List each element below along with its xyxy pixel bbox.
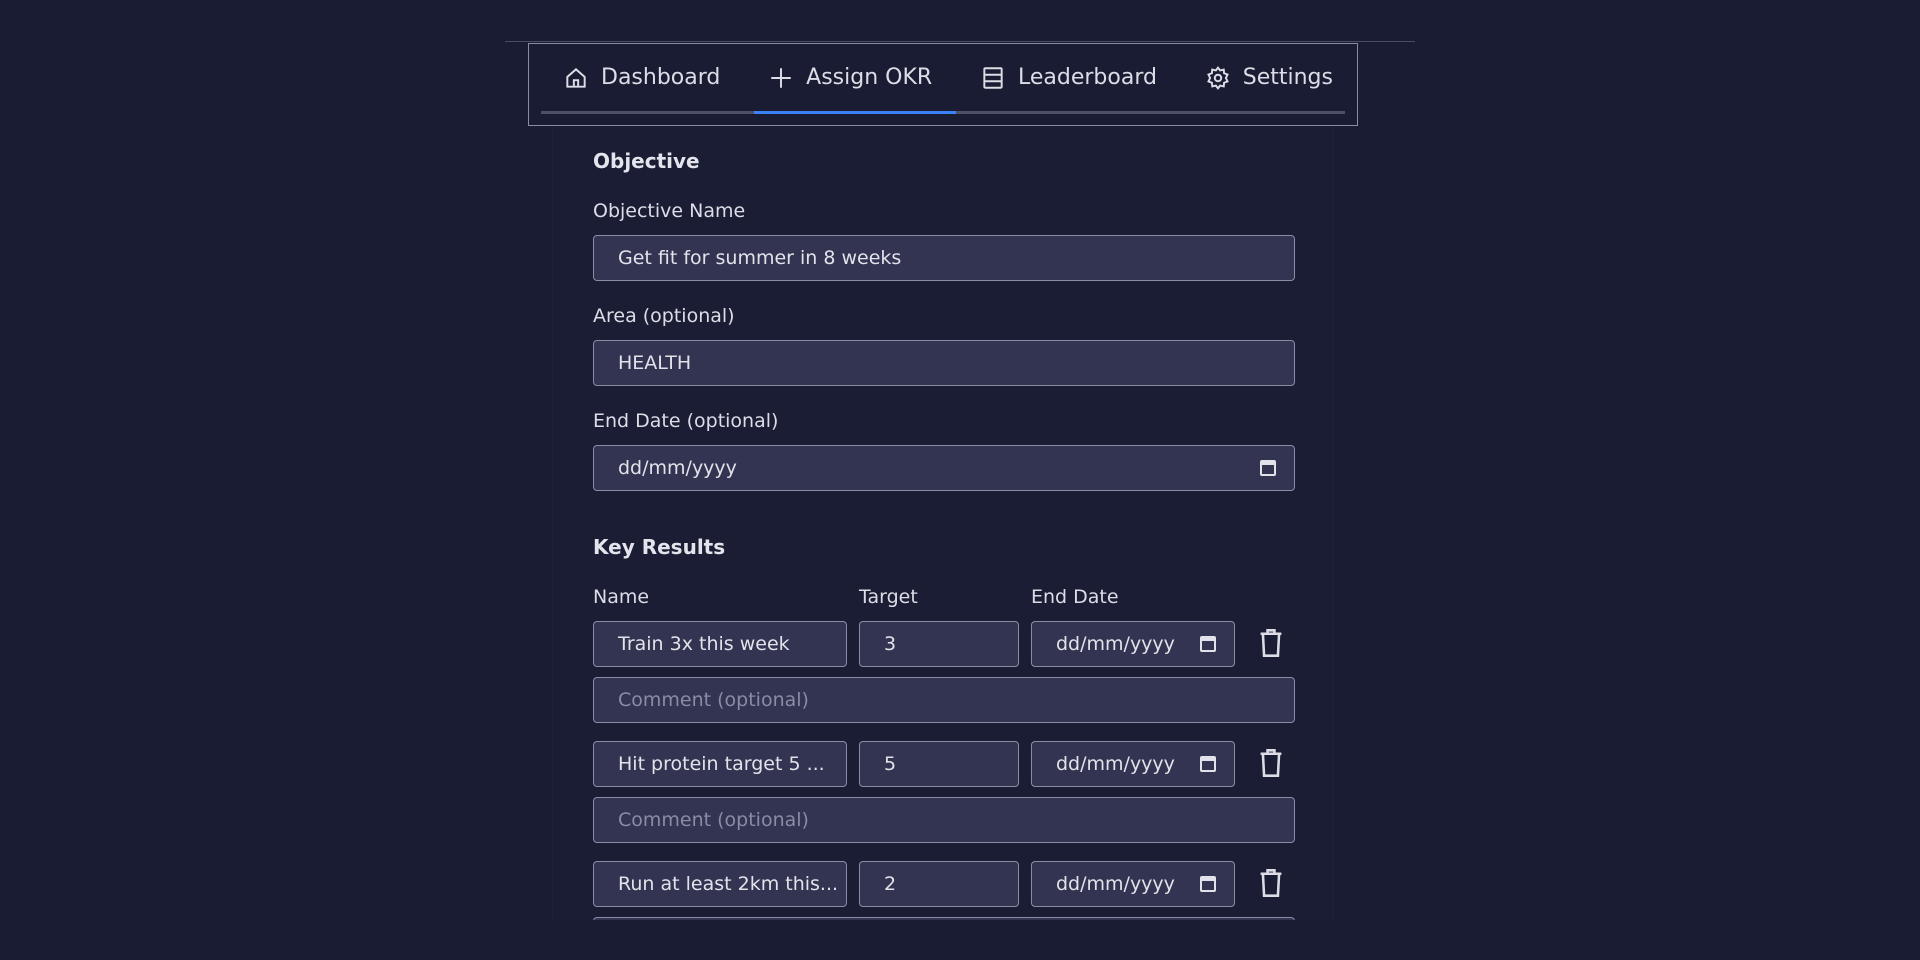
gear-icon xyxy=(1206,65,1229,90)
kr-name-input[interactable]: Run at least 2km this... xyxy=(593,861,847,907)
assign-okr-form: Objective Objective Name Get fit for sum… xyxy=(552,126,1334,920)
area-label: Area (optional) xyxy=(593,305,735,327)
calendar-icon[interactable] xyxy=(1260,460,1276,476)
plus-icon xyxy=(771,67,791,88)
list-icon xyxy=(983,66,1003,89)
end-date-value: dd/mm/yyyy xyxy=(618,457,737,479)
trash-icon xyxy=(1260,869,1282,897)
tab-settings-label: Settings xyxy=(1242,65,1333,90)
kr-name-input[interactable]: Hit protein target 5 ... xyxy=(593,741,847,787)
kr-name-header: Name xyxy=(593,586,650,608)
kr-end-date-input[interactable]: dd/mm/yyyy xyxy=(1031,861,1235,907)
kr-target-input[interactable]: 3 xyxy=(859,621,1019,667)
header-divider xyxy=(505,41,1415,42)
kr-name-input[interactable]: Train 3x this week xyxy=(593,621,847,667)
kr-end-date-value: dd/mm/yyyy xyxy=(1056,873,1175,895)
tab-dashboard[interactable]: Dashboard xyxy=(563,44,744,111)
kr-end-date-input[interactable]: dd/mm/yyyy xyxy=(1031,741,1235,787)
kr-comment-input[interactable] xyxy=(593,917,1295,920)
calendar-icon[interactable] xyxy=(1200,756,1216,772)
trash-icon xyxy=(1260,749,1282,777)
key-results-section-title: Key Results xyxy=(593,535,726,559)
area-input[interactable]: HEALTH xyxy=(593,340,1295,386)
delete-kr-button[interactable] xyxy=(1257,868,1285,898)
delete-kr-button[interactable] xyxy=(1257,748,1285,778)
kr-target-input[interactable]: 5 xyxy=(859,741,1019,787)
kr-comment-input[interactable]: Comment (optional) xyxy=(593,677,1295,723)
kr-end-date-value: dd/mm/yyyy xyxy=(1056,633,1175,655)
kr-end-date-value: dd/mm/yyyy xyxy=(1056,753,1175,775)
kr-comment-input[interactable]: Comment (optional) xyxy=(593,797,1295,843)
trash-icon xyxy=(1260,629,1282,657)
kr-end-date-header: End Date xyxy=(1031,586,1119,608)
kr-end-date-input[interactable]: dd/mm/yyyy xyxy=(1031,621,1235,667)
delete-kr-button[interactable] xyxy=(1257,628,1285,658)
home-icon xyxy=(566,67,586,88)
tab-leaderboard[interactable]: Leaderboard xyxy=(966,44,1181,111)
calendar-icon[interactable] xyxy=(1200,636,1216,652)
end-date-label: End Date (optional) xyxy=(593,410,779,432)
tab-settings[interactable]: Settings xyxy=(1191,44,1333,111)
objective-name-label: Objective Name xyxy=(593,200,746,222)
kr-target-input[interactable]: 2 xyxy=(859,861,1019,907)
kr-target-header: Target xyxy=(859,586,918,608)
tab-assign-okr[interactable]: Assign OKR xyxy=(754,44,957,114)
tab-assign-okr-label: Assign OKR xyxy=(806,65,933,90)
objective-name-input[interactable]: Get fit for summer in 8 weeks xyxy=(593,235,1295,281)
tab-leaderboard-label: Leaderboard xyxy=(1017,65,1157,90)
end-date-input[interactable]: dd/mm/yyyy xyxy=(593,445,1295,491)
objective-section-title: Objective xyxy=(593,149,700,173)
main-nav: Dashboard Assign OKR Leaderboard Setting… xyxy=(528,43,1358,126)
tab-dashboard-label: Dashboard xyxy=(601,65,721,90)
calendar-icon[interactable] xyxy=(1200,876,1216,892)
